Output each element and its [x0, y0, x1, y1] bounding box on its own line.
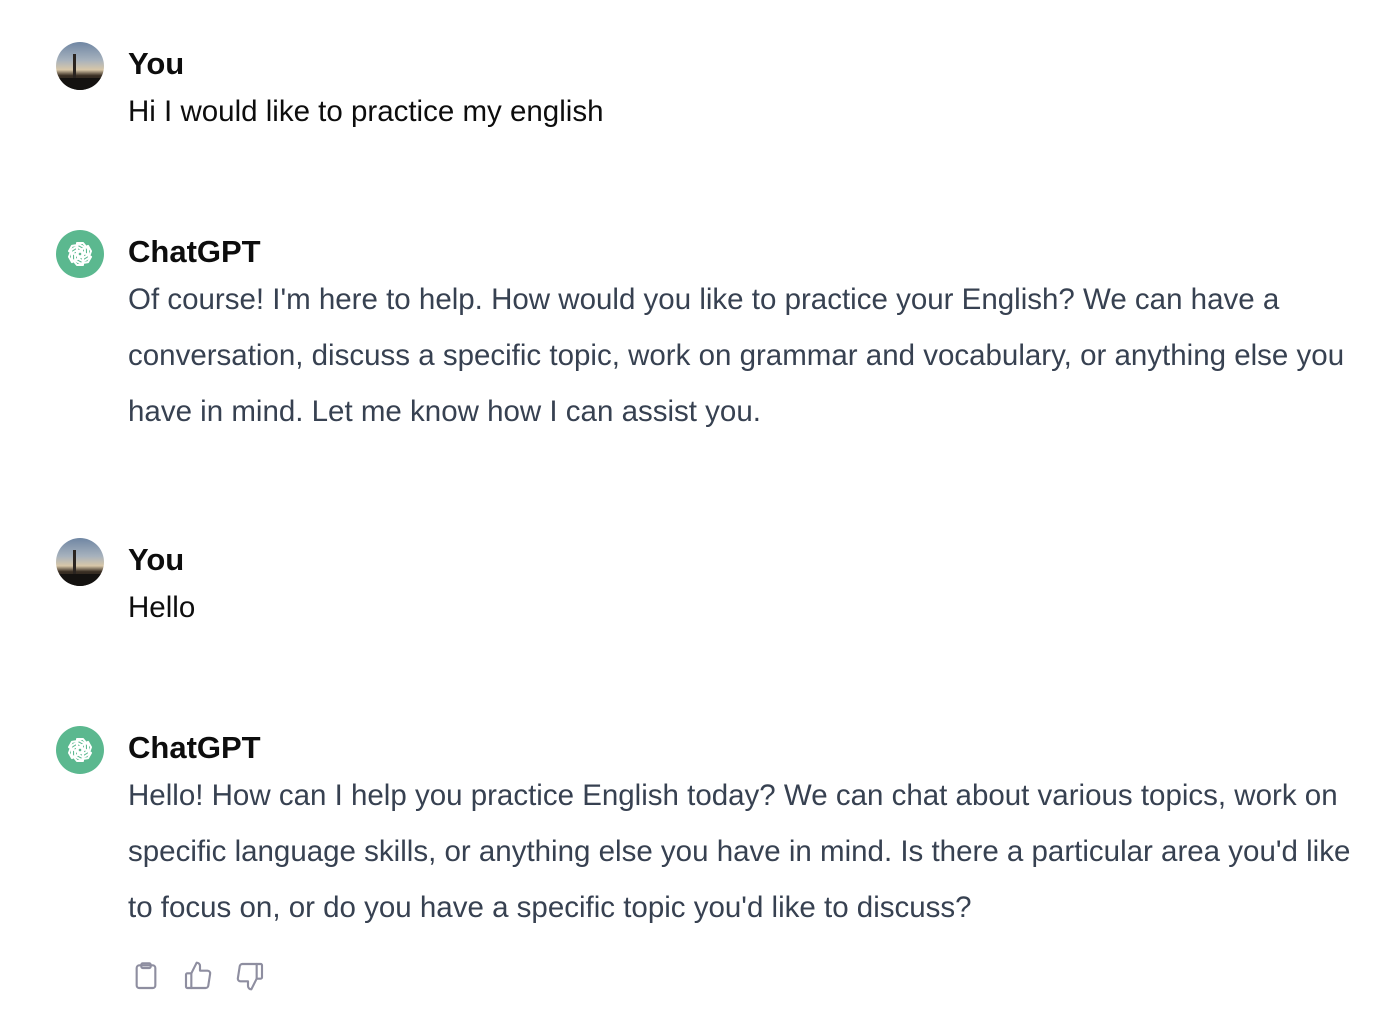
- chatgpt-avatar: [56, 230, 104, 278]
- openai-logo-icon: [67, 738, 93, 762]
- message-text: Hello! How can I help you practice Engli…: [128, 779, 1351, 924]
- thumbs-up-icon: [184, 961, 212, 990]
- user-avatar: [56, 42, 104, 90]
- thumbs-down-button[interactable]: [232, 958, 268, 994]
- message-text: Of course! I'm here to help. How would y…: [128, 283, 1345, 428]
- copy-button[interactable]: [128, 958, 164, 994]
- message-text: Hi I would like to practice my english: [128, 95, 604, 128]
- thumbs-up-button[interactable]: [180, 958, 216, 994]
- openai-logo-icon: [67, 242, 93, 266]
- message-author: ChatGPT: [128, 730, 261, 765]
- clipboard-icon: [135, 962, 157, 990]
- message-author: You: [128, 542, 185, 577]
- user-avatar: [56, 538, 104, 586]
- message-author: ChatGPT: [128, 234, 261, 269]
- message-author: You: [128, 46, 185, 81]
- message-actions: [128, 958, 268, 994]
- thumbs-down-icon: [236, 962, 264, 991]
- message-text: Hello: [128, 591, 196, 624]
- chatgpt-avatar: [56, 726, 104, 774]
